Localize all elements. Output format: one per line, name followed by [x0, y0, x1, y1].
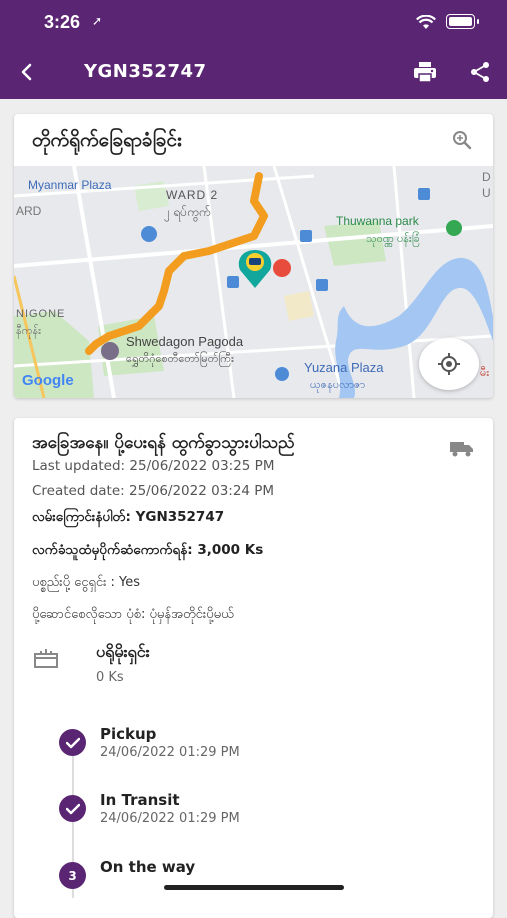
delivery-type-text: ပို့ဆောင်စေလိုသော ပုံစံ: ပုံမှန်အတိုင်းပ… — [32, 607, 234, 622]
zoom-in-icon — [453, 131, 472, 150]
last-updated-text: Last updated: 25/06/2022 03:25 PM — [32, 458, 275, 474]
location-arrow-icon: ➚ — [92, 14, 103, 28]
zoom-button[interactable] — [447, 125, 477, 155]
map-label-nigone-mm: နီကုန်း — [16, 325, 41, 337]
back-button[interactable] — [12, 57, 42, 87]
map-label-nigone: NIGONE — [16, 308, 66, 320]
timeline-step-2-label: In Transit — [100, 791, 180, 809]
map-label-thuwanna-park: Thuwanna park — [336, 214, 419, 228]
prepaid-text: ပစ္စည်းပို့ ငွေရှင်း : Yes — [32, 575, 141, 590]
timeline-step-3-number: 3 — [59, 862, 86, 889]
timeline-step-1-check-icon — [59, 729, 86, 756]
order-detail-card: အခြေအနေ။ ပို့ပေးရန် ထွက်ခွာသွားပါသည် Las… — [14, 418, 493, 918]
timeline-step-1-label: Pickup — [100, 725, 157, 743]
live-tracking-title: တိုက်ရိုက်ခြေရာခံခြင်း — [32, 129, 182, 151]
timeline-step-2-check-icon — [59, 795, 86, 822]
promotion-value: 0 Ks — [96, 670, 124, 685]
tracking-number-text: လမ်းကြောင်းနံပါတ်: YGN352747 — [32, 509, 225, 525]
map-label-yuzana: Yuzana Plaza — [304, 360, 384, 375]
battery-icon — [446, 14, 479, 29]
status-title: အခြေအနေ။ ပို့ပေးရန် ထွက်ခွာသွားပါသည် — [32, 433, 295, 453]
share-icon — [471, 62, 489, 82]
map-label-thuwanna-park-mm: သုဝဏ္ဏ ပန်းခြံ — [366, 233, 420, 245]
print-icon — [414, 62, 436, 83]
map-edge-label-d: D — [482, 170, 491, 184]
print-button[interactable] — [410, 57, 440, 87]
created-date-text: Created date: 25/06/2022 03:24 PM — [32, 483, 275, 499]
truck-icon — [450, 442, 473, 457]
live-tracking-card: တိုက်ရိုက်ခြေရာခံခြင်း Myanmar Plaza WAR… — [14, 114, 493, 398]
map-label-yuzana-mm: ယုဇနပလာဇာ — [310, 379, 366, 391]
map-label-ward2: WARD 2 — [166, 188, 219, 202]
share-button[interactable] — [465, 57, 495, 87]
map-label-shwedagon-mm: ရွှေတိဂုံစေတီတော်မြတ်ကြီး — [126, 353, 234, 365]
map-edge-label-mm: မီး — [480, 367, 490, 379]
timeline-step-1-time: 24/06/2022 01:29 PM — [100, 745, 240, 760]
status-bar: 3:26 ➚ — [0, 0, 507, 44]
home-indicator — [164, 885, 344, 890]
promotion-label: ပရိုမိုးရှင်း — [96, 642, 150, 661]
timeline-step-2-time: 24/06/2022 01:29 PM — [100, 811, 240, 826]
wifi-icon — [416, 15, 436, 29]
app-bar: YGN352747 — [0, 44, 507, 99]
map-label-shwedagon: Shwedagon Pagoda — [126, 334, 244, 349]
map-label-myanmar-plaza: Myanmar Plaza — [28, 178, 112, 192]
google-logo: Google — [22, 372, 74, 389]
timeline-step-3-label: On the way — [100, 858, 196, 876]
promotion-icon — [34, 649, 58, 668]
map-label-ward2-mm: ၂ ရပ်ကွက် — [164, 205, 211, 219]
map-edge-label-u: U — [482, 186, 491, 200]
my-location-icon — [438, 353, 460, 375]
page-title: YGN352747 — [84, 61, 207, 82]
map-view[interactable]: Myanmar Plaza WARD 2 ၂ ရပ်ကွက် ARD Thuwa… — [14, 166, 493, 398]
map-label-ard: ARD — [16, 204, 42, 218]
delivery-fee-text: လက်ခံသူထံမှပိုက်ဆံကောက်ရန်: 3,000 Ks — [32, 542, 264, 558]
status-time: 3:26 — [44, 12, 81, 32]
back-arrow-icon — [21, 63, 32, 81]
my-location-button[interactable] — [419, 338, 479, 390]
